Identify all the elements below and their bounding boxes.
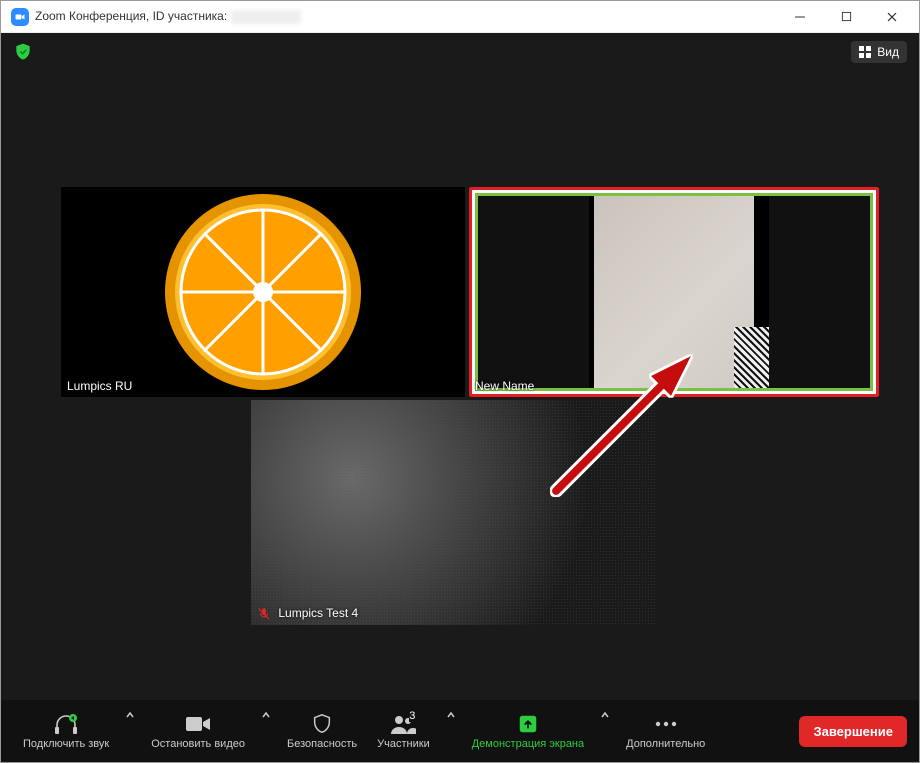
meeting-content: Вид bbox=[1, 33, 919, 762]
window-title: Zoom Конференция, ID участника: bbox=[35, 9, 301, 24]
close-button[interactable] bbox=[869, 1, 915, 33]
participant-name-label: Lumpics Test 4 bbox=[257, 606, 358, 621]
more-button[interactable]: Дополнительно bbox=[616, 708, 715, 754]
encryption-shield-icon[interactable] bbox=[13, 42, 33, 62]
audio-button[interactable]: Подключить звук bbox=[13, 708, 119, 754]
participants-count: 3 bbox=[409, 710, 415, 722]
security-button[interactable]: Безопасность bbox=[277, 708, 367, 754]
zoom-app-icon bbox=[11, 8, 29, 26]
minimize-button[interactable] bbox=[777, 1, 823, 33]
camera-icon bbox=[185, 712, 211, 736]
titlebar: Zoom Конференция, ID участника: bbox=[1, 1, 919, 33]
audio-caret[interactable] bbox=[119, 710, 141, 723]
app-window: Zoom Конференция, ID участника: bbox=[0, 0, 920, 763]
view-mode-label: Вид bbox=[877, 45, 899, 59]
share-caret[interactable] bbox=[594, 710, 616, 723]
meeting-topbar: Вид bbox=[1, 33, 919, 71]
video-caret[interactable] bbox=[255, 710, 277, 723]
meeting-toolbar: Подключить звук Остановить видео Безопас… bbox=[1, 700, 919, 762]
participant-name-label: Lumpics RU bbox=[67, 379, 132, 393]
end-meeting-button[interactable]: Завершение bbox=[799, 716, 907, 747]
participants-button[interactable]: 3 Участники bbox=[367, 708, 440, 754]
headphones-icon bbox=[53, 712, 79, 736]
window-title-prefix: Zoom Конференция, ID участника: bbox=[35, 9, 227, 23]
window-controls bbox=[777, 1, 915, 33]
view-mode-button[interactable]: Вид bbox=[851, 41, 907, 63]
more-icon bbox=[654, 712, 678, 736]
muted-mic-icon bbox=[257, 607, 271, 621]
video-gallery: Lumpics RU New Name Lumpics Test 4 bbox=[1, 71, 919, 700]
maximize-button[interactable] bbox=[823, 1, 869, 33]
avatar-image bbox=[163, 192, 363, 392]
shield-icon bbox=[311, 712, 333, 736]
participant-name-label: New Name bbox=[475, 379, 534, 393]
window-title-id-blurred bbox=[231, 10, 301, 24]
video-feed bbox=[251, 400, 657, 625]
share-screen-button[interactable]: Демонстрация экрана bbox=[462, 708, 594, 754]
participant-tile[interactable]: Lumpics Test 4 bbox=[251, 400, 657, 625]
video-button[interactable]: Остановить видео bbox=[141, 708, 255, 754]
participant-tile[interactable]: New Name bbox=[469, 187, 879, 397]
participants-caret[interactable] bbox=[440, 710, 462, 723]
video-feed bbox=[594, 187, 754, 397]
participant-tile[interactable]: Lumpics RU bbox=[61, 187, 465, 397]
share-icon bbox=[517, 712, 539, 736]
grid-icon bbox=[859, 46, 871, 58]
